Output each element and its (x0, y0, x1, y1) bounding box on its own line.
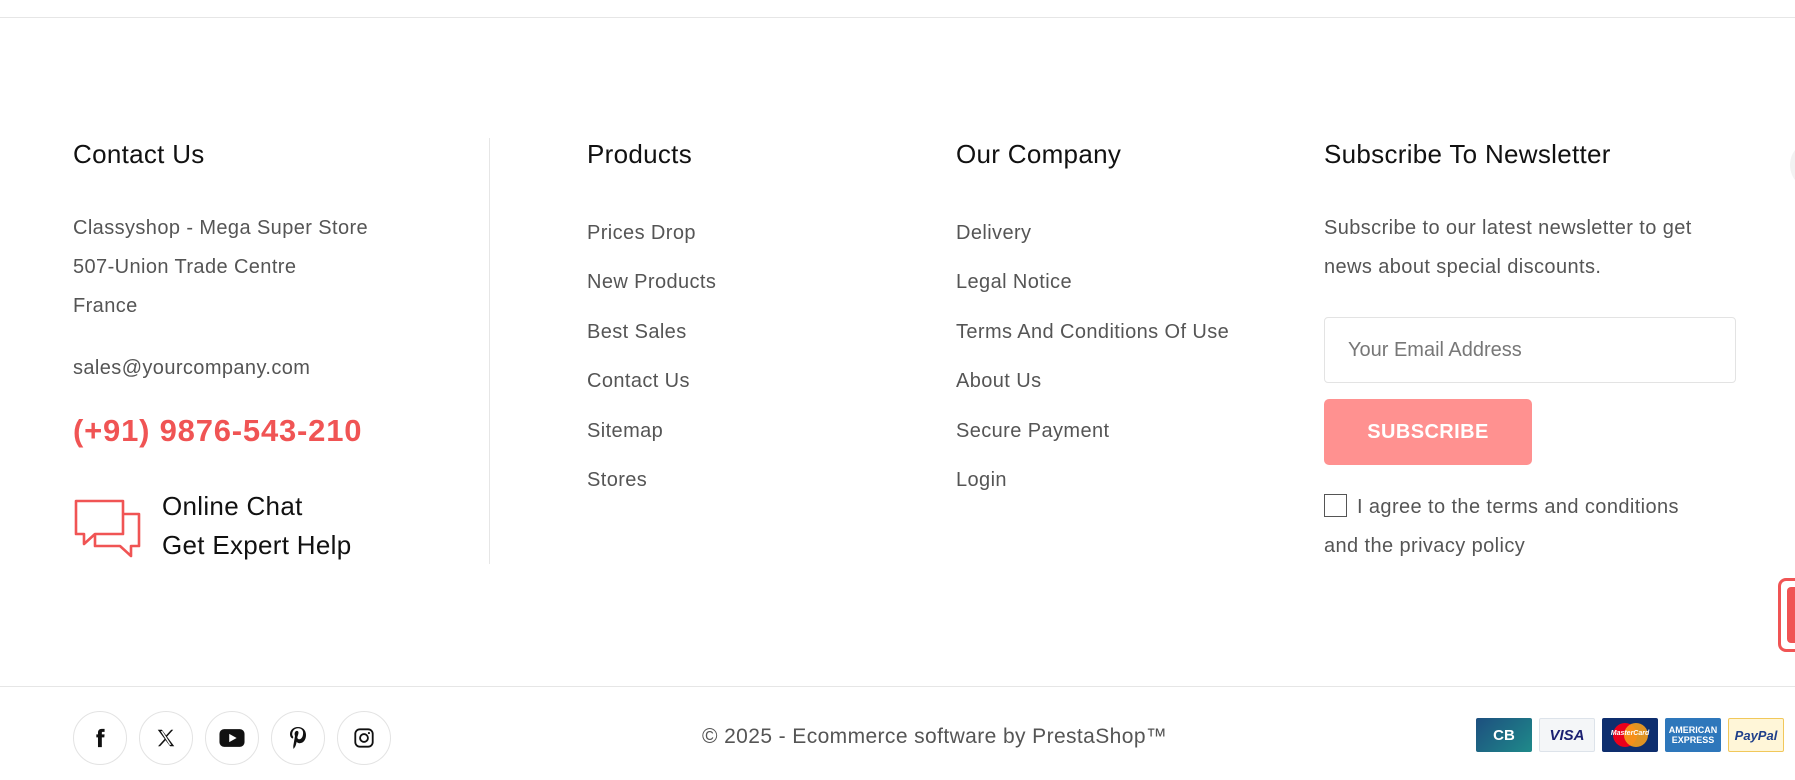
amex-text-line-2: EXPRESS (1671, 735, 1715, 745)
side-panel-tab[interactable] (1778, 578, 1795, 652)
facebook-icon[interactable] (73, 711, 127, 765)
american-express-icon: AMERICAN EXPRESS (1665, 718, 1721, 752)
cb-card-icon: CB (1476, 718, 1532, 752)
copyright-text: © 2025 - Ecommerce software by PrestaSho… (702, 725, 1168, 748)
link-secure-payment[interactable]: Secure Payment (956, 420, 1109, 443)
mastercard-text: MasterCard (1610, 730, 1650, 737)
company-title: Our Company (956, 139, 1122, 169)
link-best-sales[interactable]: Best Sales (587, 321, 687, 344)
link-new-products[interactable]: New Products (587, 271, 716, 294)
mastercard-icon: MasterCard (1602, 718, 1658, 752)
contact-phone[interactable]: (+91) 9876-543-210 (73, 413, 362, 449)
newsletter-title: Subscribe To Newsletter (1324, 139, 1611, 169)
pinterest-icon[interactable] (271, 711, 325, 765)
youtube-icon[interactable] (205, 711, 259, 765)
link-stores[interactable]: Stores (587, 469, 647, 492)
address-line-1: Classyshop - Mega Super Store (73, 217, 369, 239)
newsletter-text-line-1: Subscribe to our latest newsletter to ge… (1324, 217, 1692, 239)
paypal-icon: PayPal (1728, 718, 1784, 752)
link-about-us[interactable]: About Us (956, 370, 1041, 393)
column-divider (489, 138, 490, 564)
link-terms-conditions[interactable]: Terms And Conditions Of Use (956, 321, 1229, 344)
visa-card-text: VISA (1549, 726, 1585, 744)
subscribe-button[interactable]: SUBSCRIBE (1324, 399, 1532, 465)
contact-title: Contact Us (73, 139, 205, 169)
agree-text-line-2: and the privacy policy (1324, 535, 1526, 557)
expert-help-label: Get Expert Help (162, 530, 352, 560)
products-title: Products (587, 139, 693, 169)
instagram-icon[interactable] (337, 711, 391, 765)
x-twitter-icon[interactable] (139, 711, 193, 765)
bottom-divider (0, 686, 1795, 687)
link-legal-notice[interactable]: Legal Notice (956, 271, 1072, 294)
contact-email-link[interactable]: sales@yourcompany.com (73, 357, 310, 380)
link-login[interactable]: Login (956, 469, 1007, 492)
newsletter-email-input[interactable] (1324, 317, 1736, 383)
address-line-3: France (73, 295, 138, 317)
address-line-2: 507-Union Trade Centre (73, 256, 297, 278)
link-delivery[interactable]: Delivery (956, 222, 1031, 245)
link-contact-us[interactable]: Contact Us (587, 370, 690, 393)
paypal-text: PayPal (1734, 727, 1778, 743)
agree-checkbox[interactable] (1324, 494, 1347, 517)
link-sitemap[interactable]: Sitemap (587, 420, 663, 443)
online-chat-label: Online Chat (162, 491, 303, 521)
top-divider (0, 17, 1795, 18)
amex-text-line-1: AMERICAN (1668, 725, 1718, 735)
scroll-widget-button[interactable] (1790, 140, 1795, 190)
chat-bubbles-icon (74, 499, 141, 558)
link-prices-drop[interactable]: Prices Drop (587, 222, 696, 245)
newsletter-text-line-2: news about special discounts. (1324, 256, 1602, 278)
cb-card-text: CB (1493, 726, 1515, 744)
agree-text-line-1: I agree to the terms and conditions (1357, 496, 1679, 518)
visa-card-icon: VISA (1539, 718, 1595, 752)
